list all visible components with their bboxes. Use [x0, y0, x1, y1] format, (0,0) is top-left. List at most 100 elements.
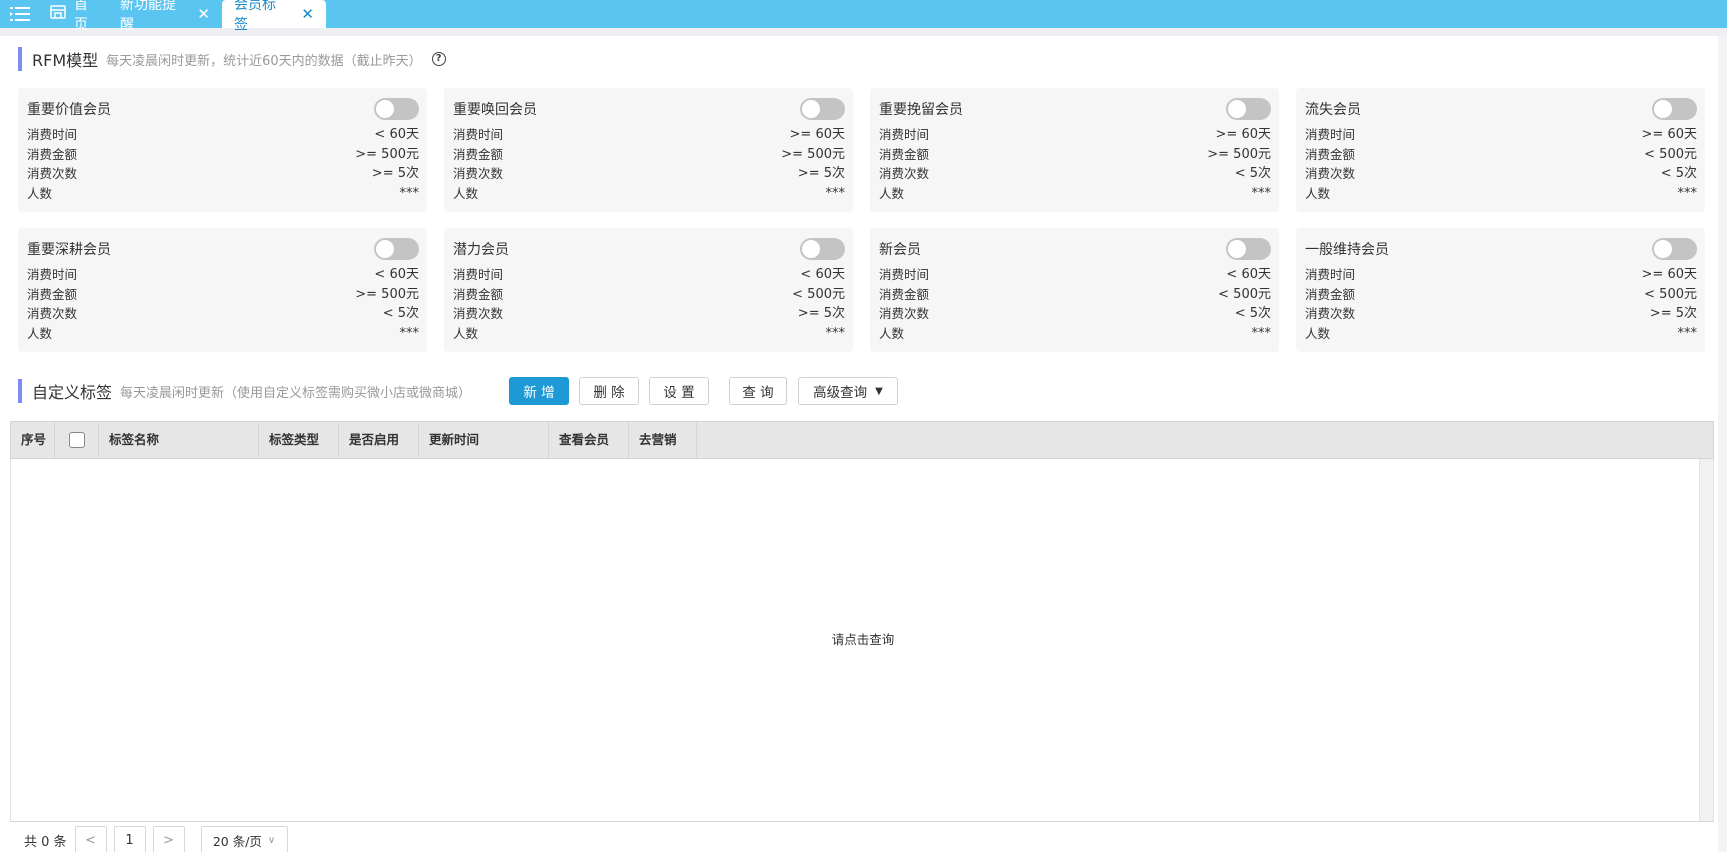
- prev-page-button[interactable]: <: [74, 826, 107, 852]
- rfm-card-title: 重要深耕会员: [27, 242, 111, 258]
- rfm-row-value: >= 60天: [1641, 267, 1697, 282]
- rfm-card-row: 人数 ***: [879, 184, 1271, 204]
- table-scrollbar[interactable]: [1699, 459, 1713, 821]
- column-header-tag-name[interactable]: 标签名称: [99, 422, 259, 458]
- rfm-row-value: < 60天: [1226, 267, 1271, 282]
- rfm-row-label: 消费时间: [27, 267, 78, 282]
- rfm-card-title: 流失会员: [1305, 102, 1361, 118]
- rfm-row-label: 消费时间: [453, 267, 504, 282]
- custom-section-header: 自定义标签 每天凌晨闲时更新（使用自定义标签需购买微小店或微商城）: [18, 379, 471, 403]
- rfm-card-row: 消费时间 >= 60天: [1305, 125, 1697, 145]
- rfm-row-value: < 5次: [1234, 166, 1271, 181]
- rfm-card-title: 重要唤回会员: [453, 102, 537, 118]
- rfm-card-row: 人数 ***: [453, 184, 845, 204]
- advanced-query-label: 高级查询: [813, 385, 868, 401]
- tab-member-tags[interactable]: 会员标签 ✕: [222, 0, 326, 33]
- rfm-card-toggle[interactable]: [800, 238, 845, 260]
- column-header-tag-type[interactable]: 标签类型: [259, 422, 339, 458]
- rfm-card-toggle[interactable]: [374, 238, 419, 260]
- rfm-row-label: 人数: [453, 325, 479, 341]
- rfm-card-row: 消费时间 < 60天: [879, 265, 1271, 285]
- help-icon[interactable]: ?: [431, 52, 446, 66]
- section-accent-bar: [18, 379, 22, 403]
- next-page-button[interactable]: >: [152, 826, 185, 852]
- rfm-row-value: ***: [1677, 185, 1698, 201]
- rfm-card: 重要挽留会员 消费时间 >= 60天 消费金额 >= 500元 消费次数 < 5次 人数 ***: [870, 88, 1279, 212]
- delete-button[interactable]: 删 除: [579, 377, 639, 405]
- settings-button[interactable]: 设 置: [649, 377, 709, 405]
- rfm-card-row: 消费次数 >= 5次: [453, 164, 845, 184]
- rfm-row-label: 消费次数: [453, 166, 504, 181]
- rfm-card-row: 消费时间 >= 60天: [879, 125, 1271, 145]
- rfm-card-row: 消费金额 < 500元: [1305, 145, 1697, 165]
- rfm-card-toggle[interactable]: [374, 98, 419, 120]
- rfm-card-row: 人数 ***: [27, 324, 419, 344]
- rfm-row-value: < 60天: [800, 267, 845, 282]
- rfm-card-row: 人数 ***: [879, 324, 1271, 344]
- caret-down-icon: ▼: [875, 385, 883, 397]
- menu-toggle-icon[interactable]: [0, 0, 40, 28]
- rfm-row-label: 消费次数: [1305, 166, 1356, 181]
- rfm-card-row: 消费次数 >= 5次: [453, 304, 845, 324]
- rfm-card-row: 人数 ***: [453, 324, 845, 344]
- tab-new-features[interactable]: 新功能提醒 ✕: [108, 0, 222, 33]
- rfm-row-label: 人数: [27, 185, 53, 201]
- rfm-card-toggle[interactable]: [1652, 98, 1697, 120]
- query-button[interactable]: 查 询: [729, 377, 787, 405]
- rfm-description: 每天凌晨闲时更新，统计近60天内的数据（截止昨天）: [106, 53, 422, 69]
- rfm-card-title: 新会员: [879, 242, 921, 258]
- rfm-row-label: 消费金额: [453, 286, 504, 302]
- page-number-button[interactable]: 1: [113, 826, 146, 852]
- rfm-row-label: 消费次数: [1305, 306, 1356, 321]
- rfm-row-label: 消费金额: [879, 286, 930, 302]
- page-size-select[interactable]: 20 条/页 ∨: [200, 826, 288, 852]
- rfm-card-toggle[interactable]: [1226, 98, 1271, 120]
- rfm-row-value: < 5次: [1234, 306, 1271, 321]
- column-header-updated-time[interactable]: 更新时间: [419, 422, 549, 458]
- column-header-marketing[interactable]: 去营销: [629, 422, 697, 458]
- select-all-checkbox[interactable]: [68, 432, 85, 448]
- column-header-enabled[interactable]: 是否启用: [339, 422, 419, 458]
- column-header-view-members[interactable]: 查看会员: [549, 422, 629, 458]
- table-header: 序号 标签名称 标签类型 是否启用 更新时间 查看会员 去营销: [10, 421, 1714, 459]
- rfm-card-row: 消费时间 < 60天: [27, 265, 419, 285]
- custom-title: 自定义标签: [32, 383, 113, 402]
- rfm-row-value: < 60天: [374, 267, 419, 282]
- table-body: 请点击查询: [10, 459, 1714, 822]
- rfm-row-value: ***: [399, 325, 420, 341]
- rfm-row-label: 消费金额: [879, 146, 930, 162]
- empty-state-text: 请点击查询: [831, 632, 895, 647]
- rfm-row-label: 消费次数: [453, 306, 504, 321]
- rfm-card: 一般维持会员 消费时间 >= 60天 消费金额 < 500元 消费次数 >= 5次 人数 ***: [1296, 228, 1705, 352]
- rfm-section-header: RFM模型 每天凌晨闲时更新，统计近60天内的数据（截止昨天） ?: [18, 47, 446, 71]
- close-icon[interactable]: ✕: [301, 5, 314, 23]
- rfm-row-value: < 500元: [1218, 286, 1271, 302]
- rfm-row-value: < 60天: [374, 127, 419, 142]
- section-accent-bar: [18, 47, 22, 71]
- page-size-label: 20 条/页: [212, 833, 262, 849]
- rfm-row-label: 消费时间: [1305, 267, 1356, 282]
- rfm-row-label: 消费次数: [27, 306, 78, 321]
- tab-member-tags-label: 会员标签: [234, 0, 276, 33]
- rfm-card-toggle[interactable]: [1652, 238, 1697, 260]
- add-button[interactable]: 新 增: [509, 377, 569, 405]
- rfm-row-value: >= 500元: [355, 286, 419, 302]
- rfm-card-title: 重要价值会员: [27, 102, 111, 118]
- rfm-row-label: 人数: [879, 325, 905, 341]
- home-icon: [50, 5, 66, 23]
- advanced-query-button[interactable]: 高级查询 ▼: [798, 377, 898, 405]
- tab-home[interactable]: 首页: [40, 0, 108, 33]
- rfm-row-value: ***: [1251, 185, 1272, 201]
- rfm-row-label: 消费时间: [1305, 127, 1356, 142]
- rfm-card: 新会员 消费时间 < 60天 消费金额 < 500元 消费次数 < 5次 人数 ***: [870, 228, 1279, 352]
- close-icon[interactable]: ✕: [197, 5, 210, 23]
- rfm-card-row: 消费金额 >= 500元: [453, 145, 845, 165]
- rfm-card-row: 消费次数 >= 5次: [27, 164, 419, 184]
- rfm-card: 重要深耕会员 消费时间 < 60天 消费金额 >= 500元 消费次数 < 5次 人数 ***: [18, 228, 427, 352]
- rfm-card-toggle[interactable]: [800, 98, 845, 120]
- page-scrollbar[interactable]: [1718, 36, 1727, 852]
- rfm-row-value: < 5次: [382, 306, 419, 321]
- rfm-row-label: 消费时间: [879, 267, 930, 282]
- rfm-card-toggle[interactable]: [1226, 238, 1271, 260]
- rfm-card-row: 消费金额 < 500元: [1305, 285, 1697, 305]
